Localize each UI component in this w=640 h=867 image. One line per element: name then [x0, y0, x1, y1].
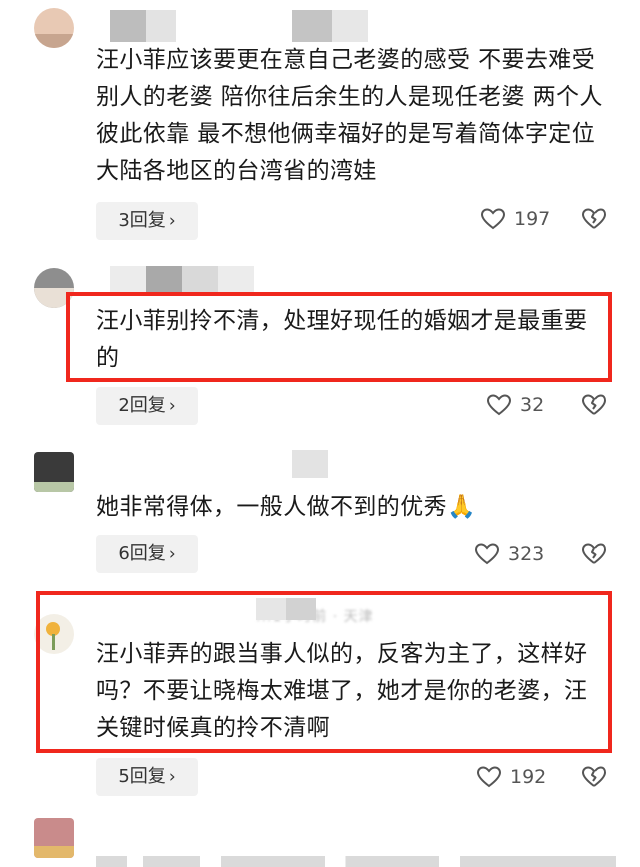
- highlight-box: [66, 292, 612, 382]
- broken-heart-icon[interactable]: [581, 765, 607, 789]
- heart-outline-icon: [480, 208, 506, 230]
- like-count: 32: [520, 394, 545, 416]
- view-replies-button[interactable]: 2回复 ›: [96, 387, 198, 425]
- highlight-box: [36, 591, 612, 753]
- chevron-right-icon: ›: [168, 211, 176, 231]
- replies-count: 6回复: [118, 543, 166, 564]
- comment-text: 她非常得体，一般人做不到的优秀🙏: [96, 494, 477, 520]
- like-button[interactable]: 197: [480, 205, 590, 235]
- chevron-right-icon: ›: [168, 396, 176, 416]
- heart-outline-icon: [474, 543, 500, 565]
- avatar[interactable]: [34, 452, 74, 492]
- avatar[interactable]: [34, 818, 74, 858]
- broken-heart-icon[interactable]: [581, 393, 607, 417]
- view-replies-button[interactable]: 5回复 ›: [96, 758, 198, 796]
- replies-count: 3回复: [118, 210, 166, 231]
- heart-outline-icon: [476, 766, 502, 788]
- like-button[interactable]: 192: [476, 763, 586, 793]
- chevron-right-icon: ›: [168, 544, 176, 564]
- like-count: 197: [514, 208, 551, 230]
- replies-count: 2回复: [118, 395, 166, 416]
- view-replies-button[interactable]: 6回复 ›: [96, 535, 198, 573]
- heart-outline-icon: [486, 394, 512, 416]
- view-replies-button[interactable]: 3回复 ›: [96, 202, 198, 240]
- avatar[interactable]: [34, 8, 74, 48]
- like-button[interactable]: 32: [486, 391, 596, 421]
- like-count: 192: [510, 766, 547, 788]
- chevron-right-icon: ›: [168, 767, 176, 787]
- broken-heart-icon[interactable]: [581, 207, 607, 231]
- like-button[interactable]: 323: [474, 540, 584, 570]
- like-count: 323: [508, 543, 545, 565]
- broken-heart-icon[interactable]: [581, 542, 607, 566]
- replies-count: 5回复: [118, 766, 166, 787]
- comment-text: 汪小菲应该要更在意自己老婆的感受 不要去难受别人的老婆 陪你往后余生的人是现任老…: [96, 47, 603, 184]
